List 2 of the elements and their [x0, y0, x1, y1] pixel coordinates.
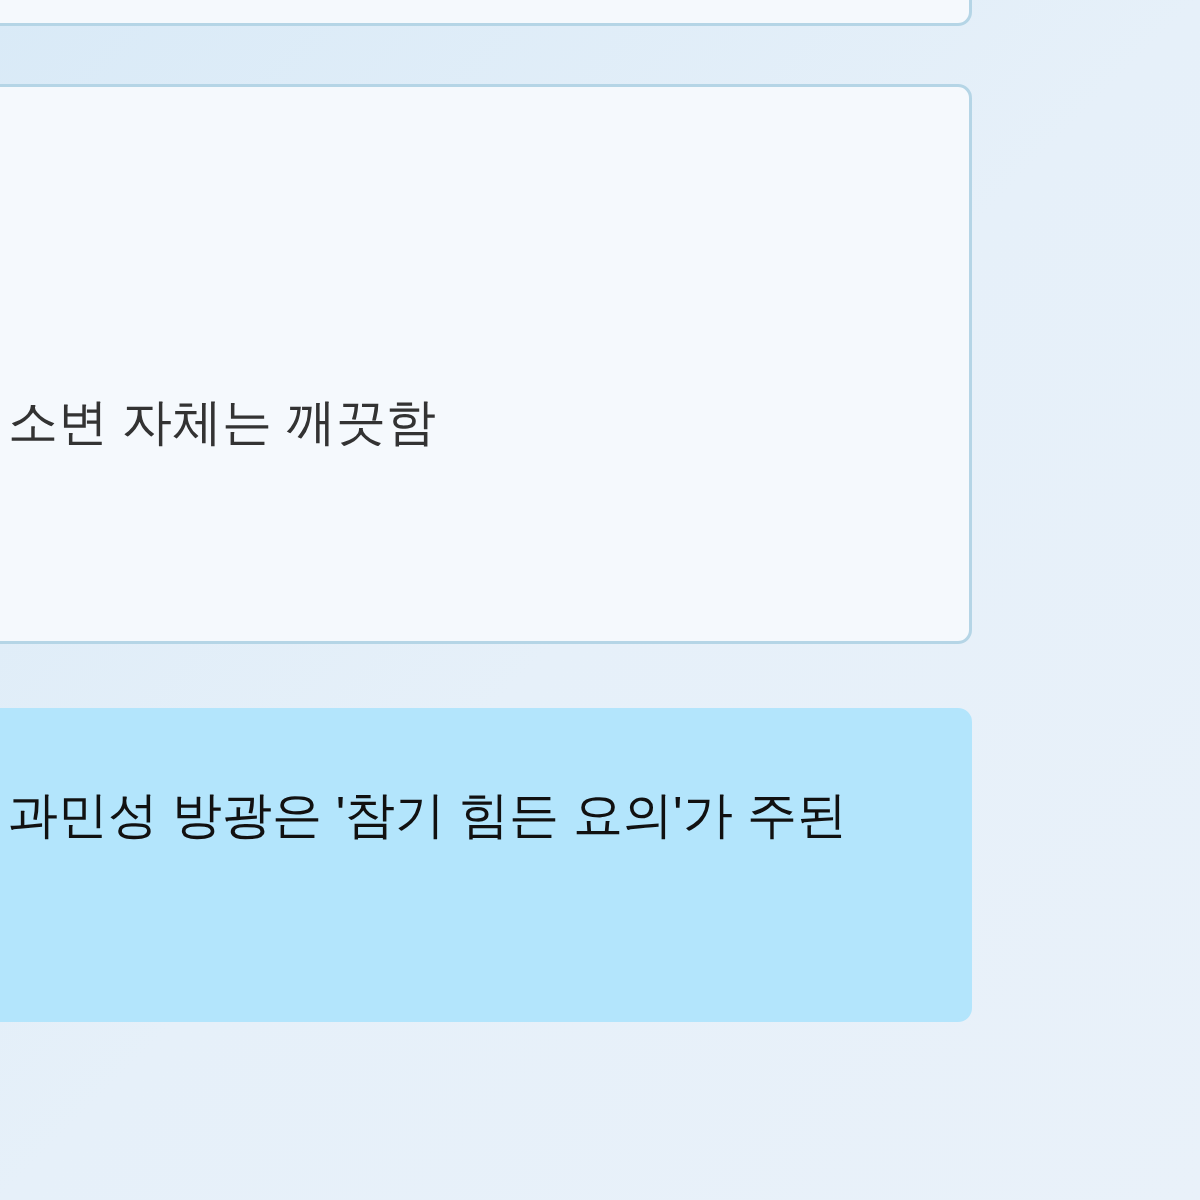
answer-option[interactable]: 과민성 방광은 '참기 힘든 요의'가 주된 [0, 708, 972, 1022]
answer-option[interactable]: 소변 자체는 깨끗함 [0, 84, 972, 644]
